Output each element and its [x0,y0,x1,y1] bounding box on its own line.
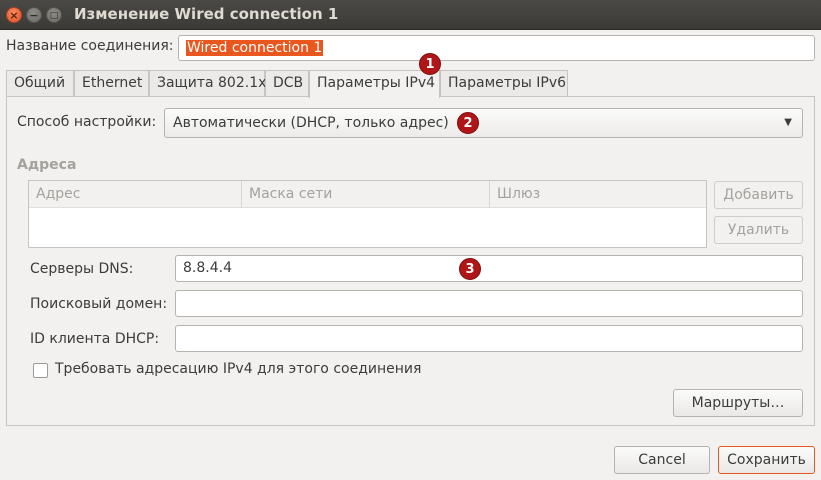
annotation-badge-1: 1 [419,53,441,75]
dns-servers-label: Серверы DNS: [30,261,134,277]
search-domain-label: Поисковый домен: [30,296,168,312]
dhcp-client-id-label: ID клиента DHCP: [30,331,160,347]
close-window-button[interactable]: × [6,7,22,23]
minimize-window-button[interactable]: − [26,7,42,23]
dhcp-client-id-input[interactable] [175,325,803,352]
tab-ipv6-settings[interactable]: Параметры IPv6 [440,70,568,96]
tab-dcb[interactable]: DCB [265,70,309,96]
addresses-section-label: Адреса [17,157,77,173]
dns-servers-input[interactable]: 8.8.4.4 [175,255,803,282]
addresses-table-header: Адрес Маска сети Шлюз [29,181,706,208]
maximize-window-button[interactable]: □ [46,7,62,23]
annotation-badge-2: 2 [457,112,479,134]
column-header-gateway[interactable]: Шлюз [490,181,706,208]
column-header-address[interactable]: Адрес [29,181,242,208]
method-value: Автоматически (DHCP, только адрес) [173,115,449,131]
routes-button[interactable]: Маршруты… [673,389,803,417]
connection-name-label: Название соединения: [6,38,174,54]
tab-ethernet[interactable]: Ethernet [74,70,149,96]
window-title: Изменение Wired connection 1 [74,5,339,23]
method-dropdown[interactable]: Автоматически (DHCP, только адрес) ▼ [164,108,803,138]
method-label: Способ настройки: [17,114,157,130]
connection-name-value: Wired connection 1 [186,40,324,56]
cancel-button[interactable]: Cancel [614,446,710,474]
addresses-table[interactable]: Адрес Маска сети Шлюз [28,180,707,248]
tab-general[interactable]: Общий [6,70,74,96]
tab-ipv4-settings[interactable]: Параметры IPv4 [309,70,440,98]
search-domain-input[interactable] [175,290,803,317]
require-ipv4-label[interactable]: Требовать адресацию IPv4 для этого соеди… [55,361,421,377]
annotation-badge-3: 3 [459,258,481,280]
title-bar: × − □ Изменение Wired connection 1 [0,0,821,30]
add-address-button[interactable]: Добавить [714,181,803,209]
require-ipv4-checkbox[interactable] [33,363,48,378]
save-button[interactable]: Сохранить [718,446,815,474]
tab-8021x-security[interactable]: Защита 802.1x [149,70,266,96]
connection-name-input[interactable]: Wired connection 1 [178,35,815,61]
dropdown-arrow-icon: ▼ [784,117,792,128]
column-header-netmask[interactable]: Маска сети [242,181,490,208]
delete-address-button[interactable]: Удалить [714,216,803,244]
